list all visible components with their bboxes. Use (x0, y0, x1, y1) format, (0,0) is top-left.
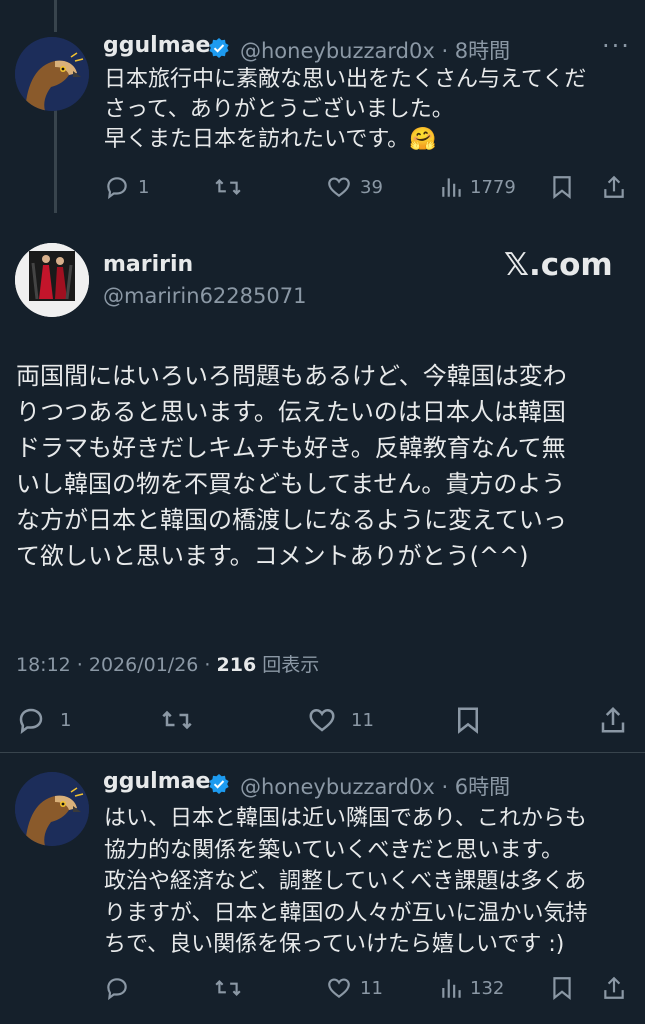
bookmark-button[interactable] (550, 975, 574, 1001)
like-icon (328, 177, 350, 198)
bookmark-icon (553, 977, 571, 1000)
separator-dot: · (434, 775, 455, 799)
share-button[interactable] (599, 705, 627, 735)
tweet-text-line: はい、日本と韓国は近い隣国であり、これからも (104, 806, 587, 831)
author-handle[interactable]: @maririn62285071 (103, 284, 306, 308)
author-handle[interactable]: @honeybuzzard0x (240, 775, 435, 799)
more-icon[interactable]: ··· (602, 32, 631, 60)
views-icon (442, 178, 461, 197)
tweet-text-line: 協力的な関係を築いていくべきだと思います。 (104, 837, 564, 863)
share-button[interactable] (602, 174, 626, 200)
retweet-button[interactable] (160, 705, 194, 735)
like-count: 39 (360, 176, 383, 198)
reply-count: 1 (60, 709, 72, 731)
tweet-text-line: 政治や経済など、調整していくべき課題は多くあ (104, 869, 587, 894)
tweet-text-line: 早くまた日本を訪れたいです。🤗 (104, 127, 437, 152)
retweet-icon (215, 179, 241, 195)
tweet-text-line: りますが、日本と韓国の人々が互いに温かい気持 (104, 900, 588, 926)
bookmark-button[interactable] (454, 705, 482, 735)
like-button[interactable]: 11 (307, 705, 374, 735)
author-name[interactable]: ggulmae (103, 769, 210, 794)
verified-icon (209, 38, 229, 58)
reply-count: 1 (138, 176, 150, 198)
group-photo-avatar-image (15, 243, 89, 317)
retweet-icon (215, 980, 241, 996)
tweet-text-line: 両国間にはいろいろ問題もあるけど、今韓国は変わ (16, 362, 567, 390)
bookmark-icon (553, 176, 571, 199)
retweet-icon (162, 710, 192, 730)
avatar[interactable] (15, 772, 89, 846)
like-button[interactable]: 11 (326, 975, 383, 1001)
x-logo: 𝕏.com (504, 247, 613, 283)
timestamp[interactable]: 18:12 · 2026/01/26 · (16, 654, 217, 676)
tweet-meta: 18:12 · 2026/01/26 · 216 回表示 (16, 650, 319, 677)
tweet-time[interactable]: 6時間 (455, 775, 510, 799)
tweet-text-line: て欲しいと思います。コメントありがとう(^^) (16, 542, 529, 570)
author-handle[interactable]: @honeybuzzard0x (240, 39, 435, 63)
thread-line (54, 108, 57, 213)
view-count: 1779 (470, 176, 516, 198)
bookmark-icon (458, 707, 478, 734)
author-name[interactable]: maririn (103, 252, 193, 277)
share-icon (601, 706, 625, 733)
retweet-button[interactable] (214, 975, 242, 1001)
separator-dot: · (434, 39, 455, 63)
reply-icon (107, 177, 127, 200)
hawk-avatar-image (15, 37, 89, 111)
tweet-time[interactable]: 8時間 (455, 39, 510, 63)
like-count: 11 (351, 709, 374, 731)
like-icon (328, 978, 350, 999)
views-button[interactable]: 132 (440, 975, 504, 1001)
retweet-button[interactable] (214, 174, 242, 200)
tweet-text-line: な方が日本と韓国の橋渡しになるように変えていっ (16, 506, 567, 534)
reply-icon (19, 708, 43, 734)
reply-icon (107, 978, 127, 1001)
author-name[interactable]: ggulmae (103, 33, 210, 58)
views-icon (442, 979, 461, 998)
tweet-text-line: ドラマも好きだしキムチも好き。反韓教育なんて無 (16, 434, 566, 462)
reply-button[interactable] (104, 975, 130, 1001)
hawk-avatar-image (15, 772, 89, 846)
thread-line-top (54, 0, 57, 32)
avatar[interactable] (15, 243, 89, 317)
tweet-text-line: いし韓国の物を不買などもしてません。貴方のよう (16, 470, 566, 498)
like-count: 11 (360, 977, 383, 999)
tweet-text-line: さって、ありがとうございました。 (104, 97, 454, 122)
share-icon (604, 976, 624, 999)
avatar[interactable] (15, 37, 89, 111)
views-label: 回表示 (256, 654, 320, 676)
tweet-text-line: ちで、良い関係を保っていけたら嬉しいです :) (104, 932, 565, 957)
like-icon (309, 708, 335, 732)
views-button[interactable]: 1779 (440, 174, 516, 200)
share-icon (604, 175, 624, 198)
reply-button[interactable]: 1 (16, 705, 71, 735)
reply-button[interactable]: 1 (104, 174, 149, 200)
share-button[interactable] (602, 975, 626, 1001)
verified-icon (209, 774, 229, 794)
tweet-text-line: りつつあると思います。伝えたいのは日本人は韓国 (16, 398, 566, 426)
bookmark-button[interactable] (550, 174, 574, 200)
views-count: 216 (216, 654, 257, 676)
divider (0, 752, 645, 753)
like-button[interactable]: 39 (326, 174, 383, 200)
tweet-text-line: 日本旅行中に素敵な思い出をたくさん与えてくだ (104, 67, 587, 92)
view-count: 132 (470, 977, 505, 999)
